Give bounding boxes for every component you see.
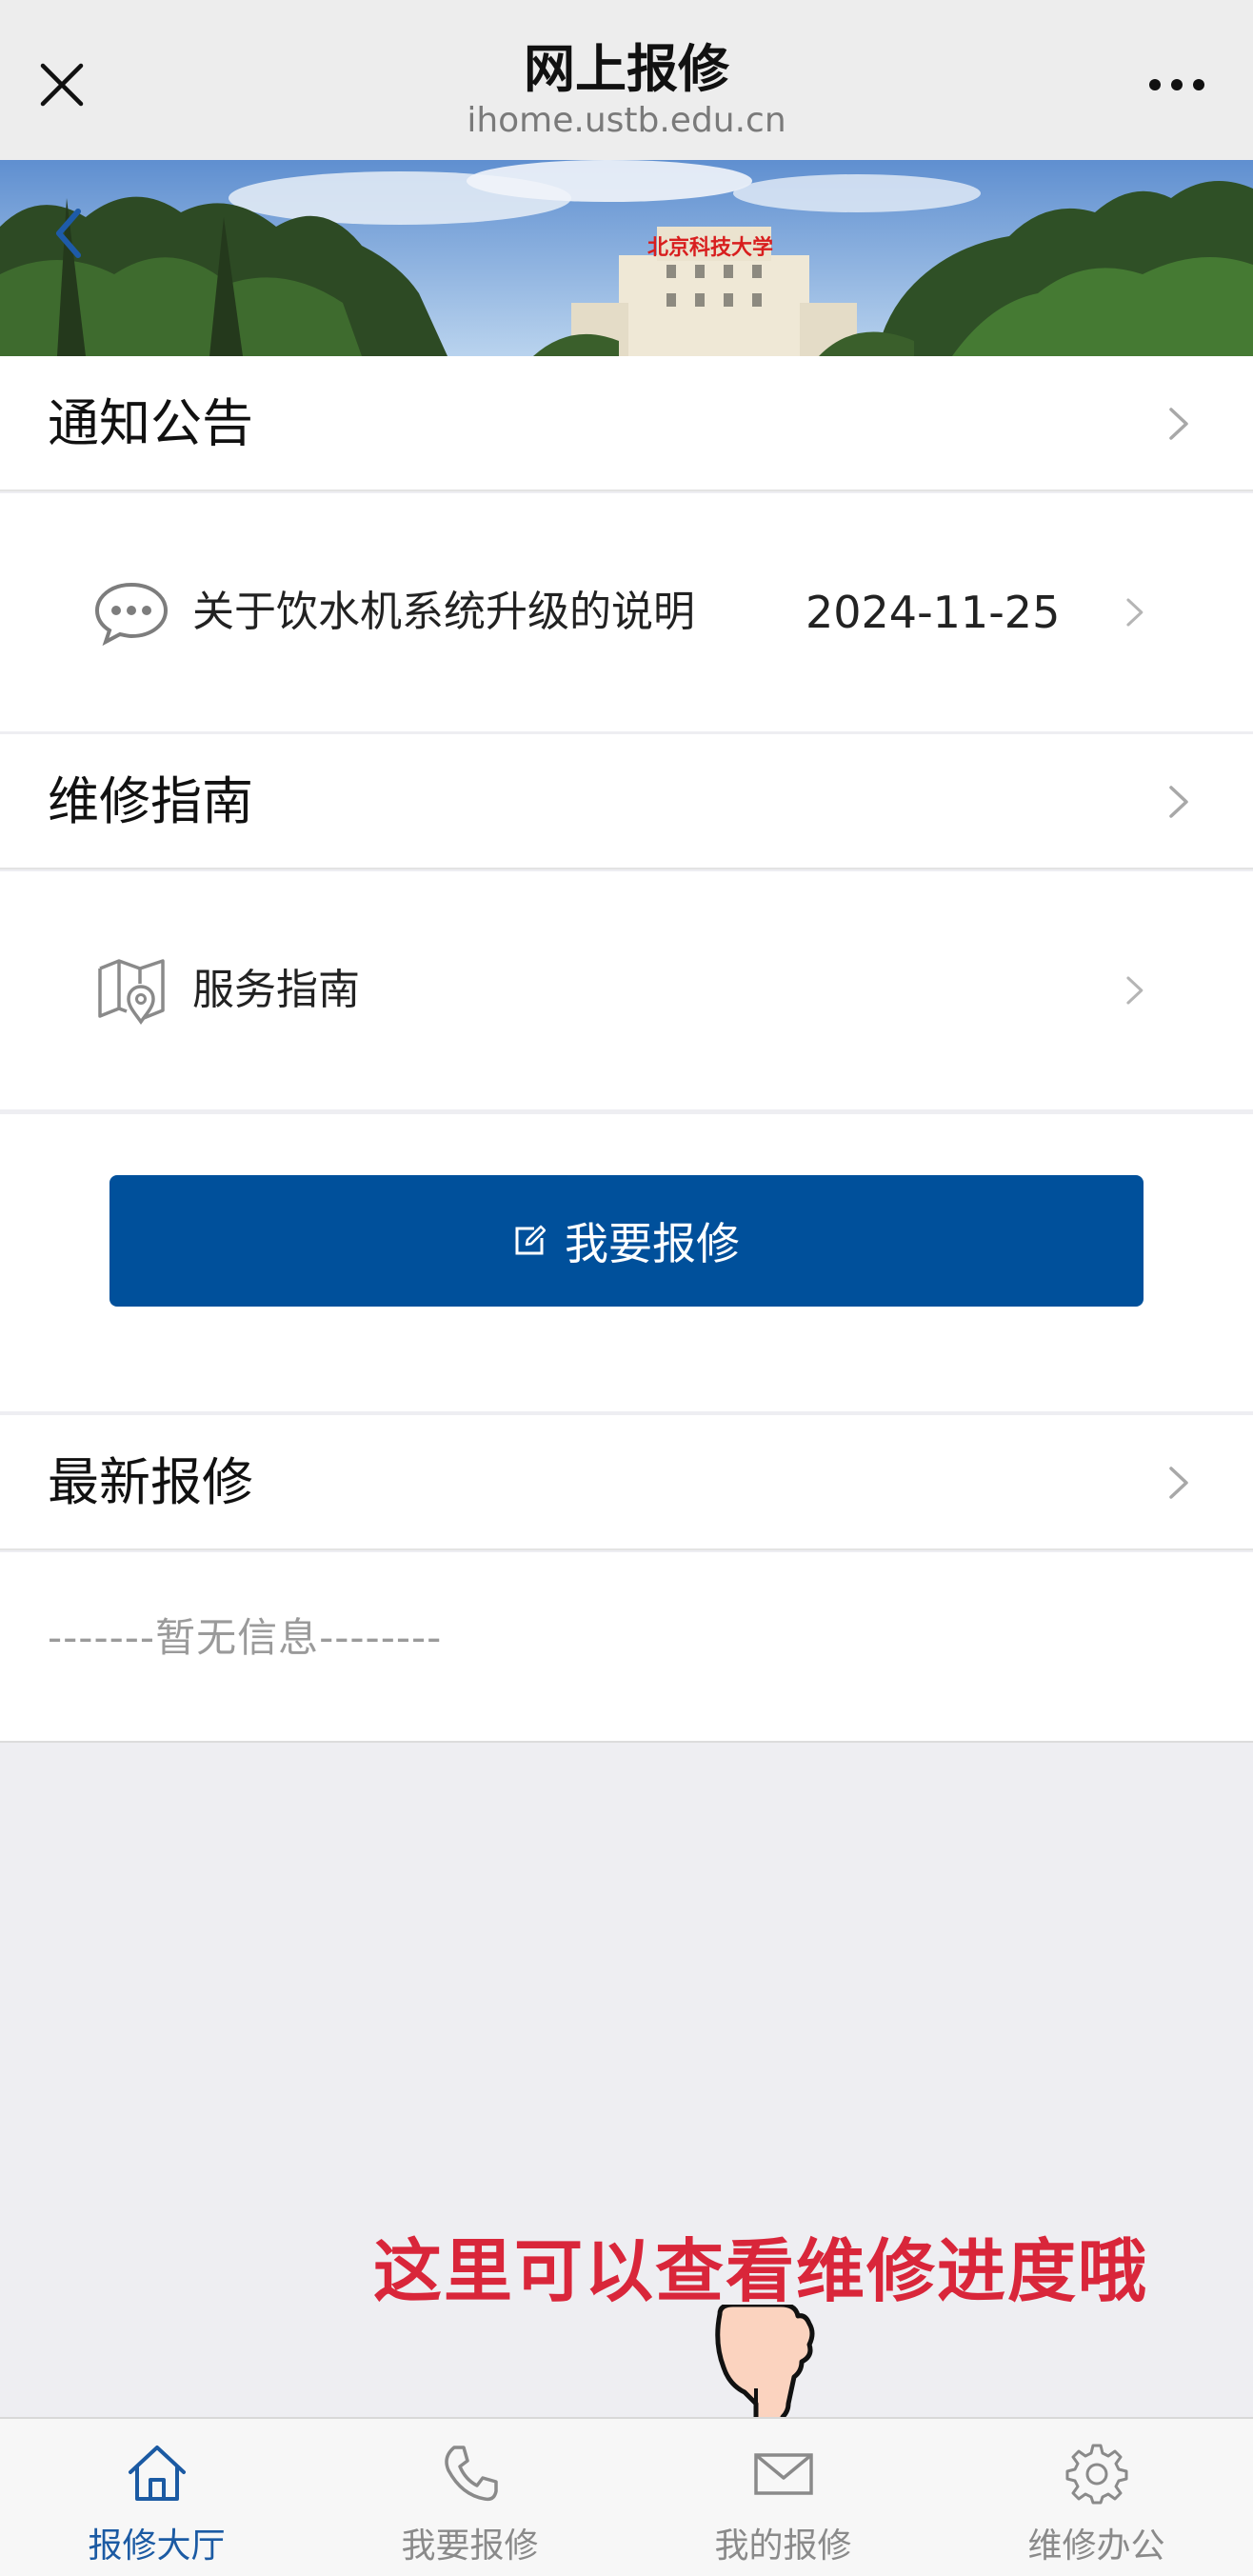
phone-icon (444, 2446, 498, 2502)
notice-item[interactable]: 关于饮水机系统升级的说明 2024-11-25 (0, 493, 1253, 731)
tab-label: 报修大厅 (88, 2526, 226, 2566)
latest-heading: 最新报修 (48, 1452, 253, 1512)
notice-item-title: 关于饮水机系统升级的说明 (192, 588, 695, 636)
tab-label: 我的报修 (714, 2526, 852, 2566)
more-button[interactable] (1139, 51, 1215, 118)
guide-item-title: 服务指南 (192, 966, 360, 1014)
guide-heading: 维修指南 (48, 771, 253, 831)
tab-repair-office[interactable]: 维修办公 (940, 2419, 1253, 2576)
report-repair-button[interactable]: 我要报修 (109, 1175, 1144, 1307)
latest-section-header[interactable]: 最新报修 (0, 1415, 1253, 1550)
chevron-right-icon (1126, 976, 1144, 1005)
notice-item-date: 2024-11-25 (806, 587, 1061, 638)
report-button-label: 我要报修 (565, 1218, 740, 1269)
chevron-right-icon (1169, 1467, 1188, 1499)
empty-message: -------暂无信息-------- (48, 1614, 443, 1661)
bottom-tab-bar: 报修大厅 我要报修 我的报修 维修办公 (0, 2417, 1253, 2576)
tab-my-repairs[interactable]: 我的报修 (626, 2419, 940, 2576)
gear-icon (1065, 2444, 1127, 2505)
tab-label: 我要报修 (401, 2526, 539, 2566)
chat-bubble-icon (93, 493, 169, 731)
page-domain: ihome.ustb.edu.cn (467, 101, 786, 140)
annotation-text: 这里可以查看维修进度哦 (373, 2231, 1149, 2311)
divider (0, 1109, 1253, 1112)
mail-icon (753, 2453, 813, 2495)
edit-icon (515, 1225, 546, 1255)
campus-banner: 北京科技大学 (0, 160, 1253, 356)
banner-caption: 北京科技大学 (647, 235, 774, 260)
more-horizontal-icon (1149, 79, 1204, 90)
banner-image (0, 160, 1253, 356)
top-nav-bar: 网上报修 ihome.ustb.edu.cn (0, 0, 1253, 160)
home-icon (128, 2446, 186, 2501)
chevron-right-icon (1126, 598, 1144, 627)
notice-section-header[interactable]: 通知公告 (0, 356, 1253, 491)
report-button-container: 我要报修 (0, 1114, 1253, 1411)
map-pin-icon (93, 871, 169, 1109)
tab-repair-hall[interactable]: 报修大厅 (0, 2419, 313, 2576)
latest-empty-state: -------暂无信息-------- (0, 1552, 1253, 1743)
tab-report-repair[interactable]: 我要报修 (313, 2419, 626, 2576)
chevron-right-icon (1169, 786, 1188, 818)
chevron-left-icon (56, 209, 81, 258)
guide-section-header[interactable]: 维修指南 (0, 734, 1253, 869)
page-title: 网上报修 (524, 39, 729, 99)
tab-label: 维修办公 (1027, 2526, 1165, 2566)
notice-heading: 通知公告 (48, 393, 253, 453)
back-button[interactable] (46, 200, 93, 267)
chevron-right-icon (1169, 408, 1188, 440)
guide-item[interactable]: 服务指南 (0, 871, 1253, 1109)
